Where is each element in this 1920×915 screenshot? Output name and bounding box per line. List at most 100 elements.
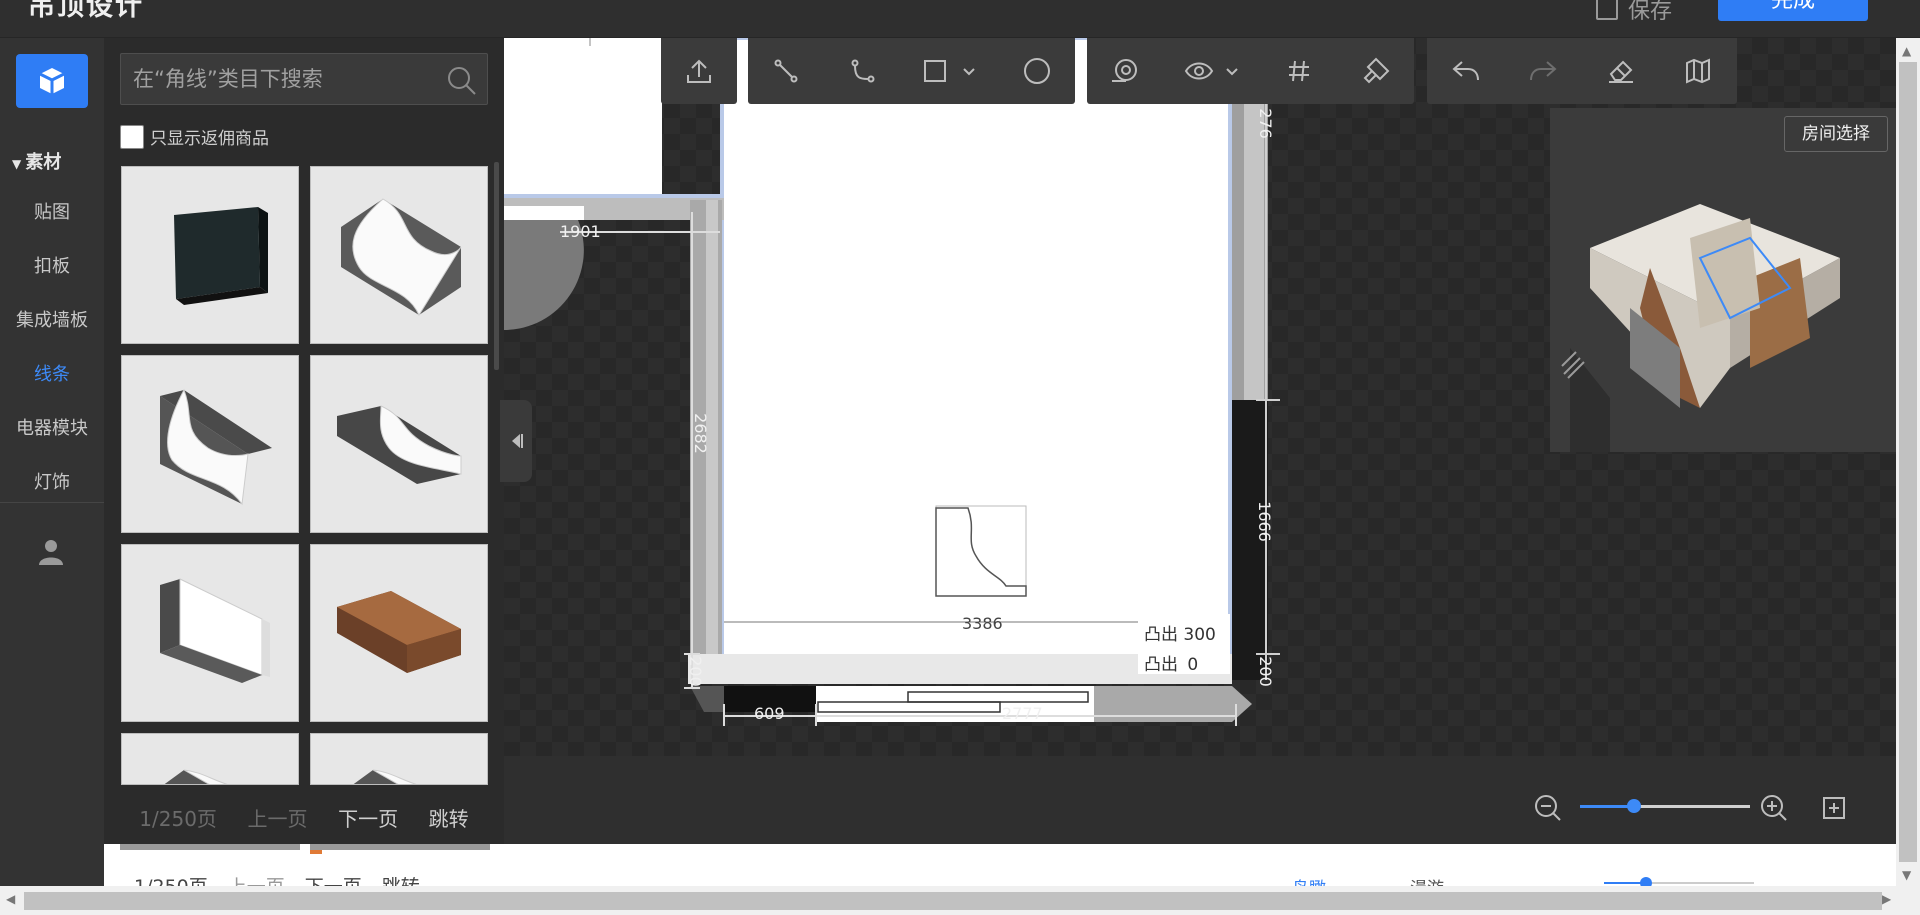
product-tile[interactable] (121, 166, 299, 344)
nav-item-panel[interactable]: 扣板 (0, 252, 104, 278)
scroll-right-arrow-icon[interactable]: ▶ (1882, 892, 1891, 906)
visibility-toggle[interactable] (1177, 46, 1247, 96)
product-tile[interactable] (310, 166, 488, 344)
pagination: 1/250页 上一页 下一页 跳转 (104, 790, 504, 844)
rectangle-icon (923, 60, 946, 82)
product-image (174, 207, 268, 305)
jump-page-button[interactable]: 跳转 (429, 803, 469, 832)
upload-icon[interactable] (674, 46, 724, 96)
save-icon (1596, 0, 1618, 20)
caret-down-icon: ▼ (12, 157, 26, 171)
save-label: 保存 (1628, 0, 1673, 24)
toolbar-group-view (1087, 38, 1414, 104)
app-title: 吊顶设计 (28, 0, 144, 22)
app-window: { "header": {"title": "吊顶设计", "save_labe… (0, 0, 1920, 915)
product-image (353, 769, 417, 784)
nav-divider (0, 502, 104, 503)
chevron-down-icon (963, 68, 975, 76)
scroll-up-arrow-icon[interactable]: ▲ (1902, 44, 1911, 58)
zoom-slider-rest (1640, 805, 1750, 808)
protrude-label-2: 凸出 (1144, 655, 1178, 675)
toolbar-group-file (661, 38, 737, 104)
collapse-left-icon (512, 434, 523, 448)
page-indicator: 1/250页 (139, 806, 217, 831)
protrude-label-1: 凸出 (1144, 625, 1178, 645)
map-icon[interactable] (1673, 46, 1723, 96)
search-box (120, 53, 488, 105)
nav-item-appliance[interactable]: 电器模块 (0, 414, 104, 440)
product-tile[interactable] (121, 544, 299, 722)
filter-row: 只显示返佣商品 (120, 124, 269, 149)
product-tile[interactable] (121, 355, 299, 533)
collapse-panel-handle[interactable] (500, 400, 532, 482)
tape-measure-icon[interactable] (1100, 46, 1150, 96)
product-image (337, 591, 461, 673)
protrude-panel: 凸出 300 凸出 0 (1138, 614, 1230, 675)
redo-icon[interactable] (1518, 46, 1568, 96)
rectangle-tool[interactable] (915, 46, 985, 96)
product-image (160, 388, 272, 506)
dim-inner-width: 3386 (962, 614, 1003, 633)
product-tile[interactable] (310, 355, 488, 533)
undo-icon[interactable] (1441, 46, 1491, 96)
product-image (341, 198, 462, 317)
curve-icon[interactable] (838, 46, 888, 96)
dim-right-bottom: 200 (1255, 656, 1275, 687)
product-image (337, 405, 462, 484)
eye-icon (1184, 62, 1214, 80)
dim-left-height: 2682 (690, 413, 710, 454)
dim-bottom-left: 609 (754, 704, 785, 723)
dim-right-mid: 1666 (1254, 501, 1274, 542)
nav-item-lines[interactable]: 线条 (0, 360, 104, 386)
vertical-scrollbar-thumb[interactable] (1899, 62, 1917, 862)
protrude-value-2[interactable]: 0 (1187, 655, 1198, 675)
nav-item-wall-board[interactable]: 集成墙板 (0, 306, 104, 332)
nav-item-lighting[interactable]: 灯饰 (0, 468, 104, 494)
zoom-in-icon[interactable] (1760, 794, 1788, 822)
paint-brush-icon[interactable] (1351, 46, 1401, 96)
line-icon[interactable] (761, 46, 811, 96)
nav-section-materials[interactable]: ▼ 素材 (12, 148, 61, 174)
product-image (160, 578, 270, 683)
toolbar-group-edit (1427, 38, 1737, 104)
product-image (164, 769, 228, 784)
prev-page-button[interactable]: 上一页 (248, 803, 308, 832)
dim-bottom-right: 2777 (1002, 704, 1043, 723)
grid-icon[interactable] (1274, 46, 1324, 96)
zoom-out-icon[interactable] (1534, 794, 1562, 822)
dim-right-top: 276 (1255, 108, 1275, 139)
user-icon[interactable] (38, 538, 64, 566)
next-page-button[interactable]: 下一页 (338, 803, 398, 832)
chevron-down-icon (1226, 68, 1238, 76)
room-3d-image (1561, 204, 1840, 452)
circle-icon[interactable] (1012, 46, 1062, 96)
filter-label: 只显示返佣商品 (150, 129, 269, 149)
bottom-toolbar (504, 756, 1896, 844)
cube-icon (39, 68, 65, 94)
dim-left-bottom: 200 (685, 656, 705, 687)
product-tile[interactable] (121, 733, 299, 785)
background-page: 1/250页 上一页 下一页 跳转 鸟瞰 漫游 (0, 844, 1896, 899)
catalog-scrollbar[interactable] (494, 162, 499, 370)
finish-button[interactable]: 完成 (1718, 0, 1868, 21)
dim-top-width: 1901 (560, 222, 601, 241)
horizontal-scrollbar-thumb[interactable] (24, 892, 1882, 910)
zoom-slider-knob[interactable] (1627, 799, 1641, 813)
fit-view-icon[interactable] (1822, 796, 1846, 820)
nav-item-texture[interactable]: 贴图 (0, 198, 104, 224)
filter-checkbox[interactable] (120, 124, 144, 149)
search-icon[interactable] (447, 66, 477, 96)
product-tile[interactable] (310, 544, 488, 722)
eraser-icon[interactable] (1596, 46, 1646, 96)
save-button[interactable]: 保存 (1596, 0, 1672, 28)
protrude-value-1[interactable]: 300 (1183, 625, 1215, 645)
search-input[interactable] (133, 54, 433, 104)
materials-button[interactable] (16, 54, 88, 108)
room-select-button[interactable]: 房间选择 (1784, 116, 1888, 152)
scroll-down-arrow-icon[interactable]: ▼ (1902, 868, 1911, 882)
scroll-left-arrow-icon[interactable]: ◀ (6, 892, 15, 906)
toolbar-group-draw (748, 38, 1075, 104)
product-tile[interactable] (310, 733, 488, 785)
minimap-3d-preview[interactable] (1550, 108, 1896, 452)
nav-section-label: 素材 (25, 152, 62, 173)
